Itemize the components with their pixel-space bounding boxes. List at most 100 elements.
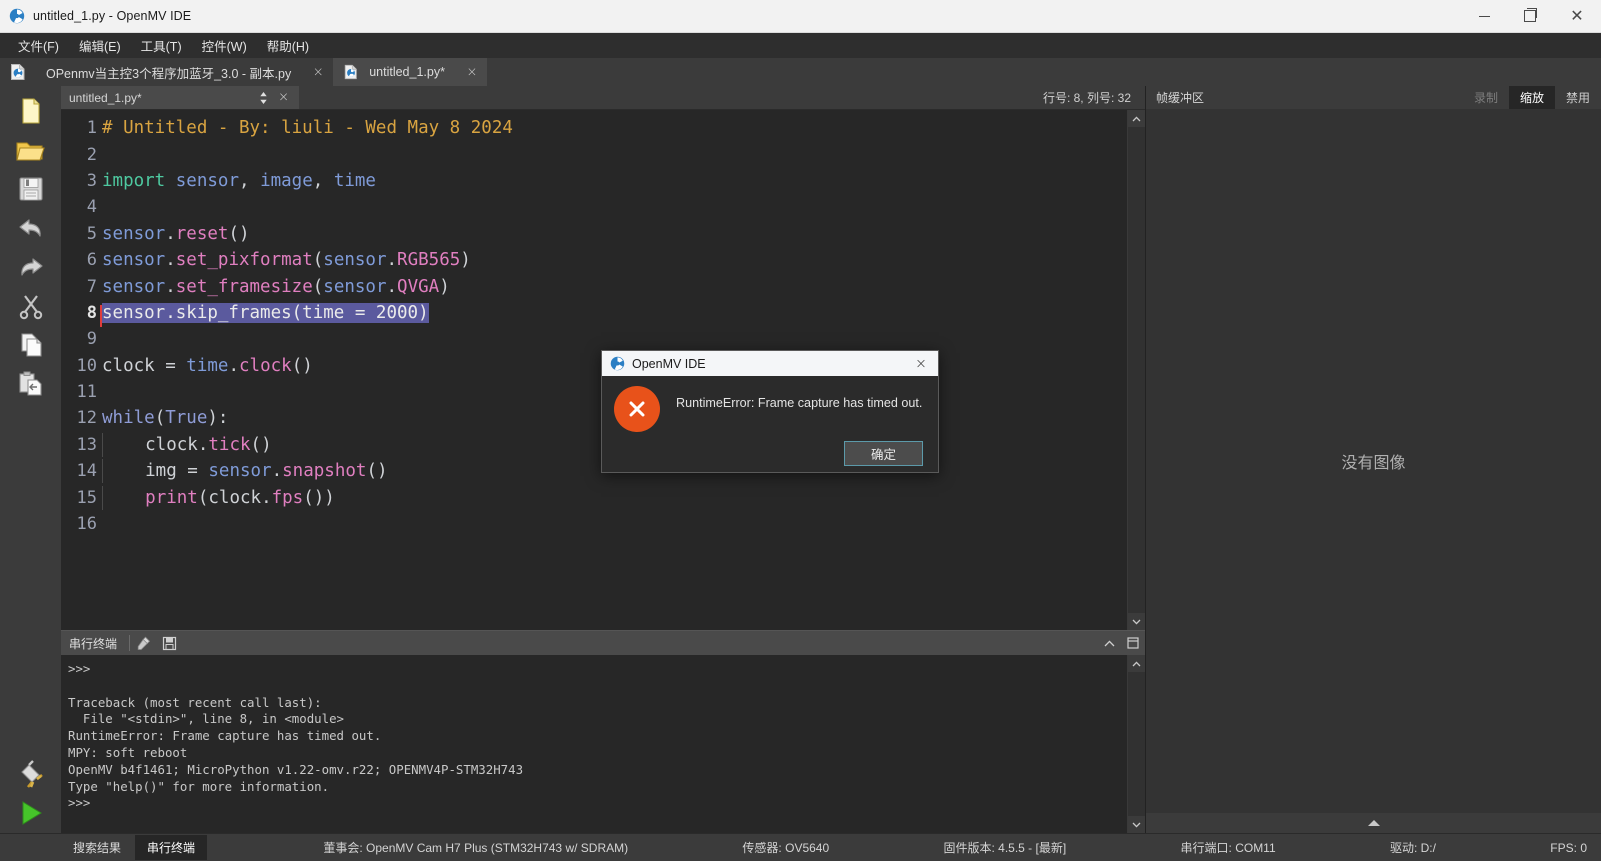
- framebuffer-zoom-button[interactable]: 缩放: [1508, 86, 1555, 109]
- code-token: fps: [271, 487, 304, 508]
- run-button[interactable]: [8, 794, 54, 831]
- tab-openmv-bluetooth-script[interactable]: OPenmv当主控3个程序加蓝牙_3.0 - 副本.py ×: [36, 58, 334, 86]
- status-fps-value: 0: [1580, 840, 1587, 855]
- line-number: 6: [86, 250, 97, 271]
- copy-button[interactable]: [8, 326, 54, 363]
- terminal-body[interactable]: >>> Traceback (most recent call last): F…: [61, 655, 1145, 833]
- editor-file-selector[interactable]: untitled_1.py* ×: [61, 86, 299, 109]
- status-serial-port-value: COM11: [1235, 841, 1276, 855]
- status-sensor-label: 传感器:: [742, 841, 782, 855]
- code-token: import: [102, 170, 166, 191]
- code-token: (: [312, 250, 324, 271]
- line-code: sensor.set_pixformat(sensor.RGB565): [100, 250, 471, 270]
- scroll-up-icon[interactable]: [1128, 110, 1145, 127]
- save-file-button[interactable]: [8, 170, 54, 207]
- code-token: while: [102, 408, 155, 429]
- editor-close-icon[interactable]: ×: [278, 90, 299, 105]
- code-line[interactable]: 8 sensor.skip_frames(time = 2000): [61, 300, 1127, 327]
- dialog-ok-button[interactable]: 确定: [844, 440, 923, 466]
- code-token: (clock: [197, 487, 262, 508]
- clear-terminal-button[interactable]: [130, 631, 156, 655]
- scroll-down-icon[interactable]: [1128, 613, 1145, 630]
- terminal-scroll-up-icon[interactable]: [1128, 655, 1145, 672]
- menu-tools[interactable]: 工具(T): [131, 33, 192, 58]
- code-line[interactable]: 11: [61, 379, 1127, 405]
- code-line[interactable]: 10 clock = time.clock(): [61, 353, 1127, 379]
- statusbar-tab-serial-terminal[interactable]: 串行终端: [135, 835, 208, 860]
- menu-help[interactable]: 帮助(H): [257, 33, 319, 58]
- maximize-button[interactable]: [1507, 0, 1553, 32]
- line-code: sensor.set_framesize(sensor.QVGA): [100, 277, 450, 297]
- status-sensor: 传感器: OV5640: [742, 839, 829, 856]
- scrollbar-track[interactable]: [1128, 127, 1145, 613]
- undo-button[interactable]: [8, 209, 54, 246]
- maximize-icon: [1524, 8, 1537, 22]
- editor-vertical-scrollbar[interactable]: [1127, 110, 1145, 630]
- framebuffer-footer[interactable]: [1146, 813, 1601, 833]
- framebuffer-record-button[interactable]: 录制: [1463, 86, 1509, 109]
- status-drive-label: 驱动:: [1389, 841, 1418, 855]
- statusbar-tab-search-results[interactable]: 搜索结果: [61, 835, 133, 860]
- code-token: =: [187, 461, 209, 482]
- menu-widgets[interactable]: 控件(W): [192, 33, 257, 58]
- code-line[interactable]: 4: [61, 194, 1127, 220]
- status-drive-value: D:/: [1420, 841, 1436, 855]
- menu-edit[interactable]: 编辑(E): [69, 33, 131, 58]
- terminal-collapse-button[interactable]: [1097, 631, 1121, 655]
- tab-untitled-1[interactable]: untitled_1.py* ×: [333, 58, 487, 86]
- line-code: import sensor, image, time: [100, 171, 376, 191]
- code-token: ()): [303, 487, 335, 508]
- code-line[interactable]: 1 # Untitled - By: liuli - Wed May 8 2024: [61, 115, 1127, 141]
- framebuffer-disable-button[interactable]: 禁用: [1555, 86, 1601, 109]
- statusbar-left-pad: [0, 834, 61, 861]
- save-terminal-button[interactable]: [156, 631, 182, 655]
- minimize-button[interactable]: [1461, 0, 1507, 32]
- tab-close-icon[interactable]: ×: [459, 58, 485, 86]
- code-line[interactable]: 16: [61, 511, 1127, 537]
- code-line[interactable]: 13 clock.tick(): [61, 432, 1127, 458]
- new-file-button[interactable]: [8, 92, 54, 129]
- new-file-icon: [16, 96, 46, 126]
- code-token: sensor: [323, 250, 387, 271]
- menu-tools-label: 工具(T): [140, 40, 182, 54]
- line-number: 4: [86, 197, 97, 218]
- code-line[interactable]: 6 sensor.set_pixformat(sensor.RGB565): [61, 247, 1127, 273]
- close-button[interactable]: ✕: [1553, 0, 1601, 32]
- code-line[interactable]: 5 sensor.reset(): [61, 221, 1127, 247]
- code-line[interactable]: 15 print(clock.fps()): [61, 484, 1127, 510]
- openmv-ide-window: untitled_1.py - OpenMV IDE ✕ 文件(F) 编辑(E)…: [0, 0, 1601, 861]
- dialog-button-row: 确定: [602, 434, 938, 472]
- status-firmware-value: 4.5.5 - [最新]: [998, 841, 1067, 855]
- line-number: 9: [86, 329, 97, 350]
- cut-button[interactable]: [8, 287, 54, 324]
- code-line[interactable]: 2: [61, 141, 1127, 167]
- copy-icon: [17, 331, 45, 359]
- code-token: ,: [312, 170, 334, 191]
- open-file-button[interactable]: [8, 131, 54, 168]
- menu-file[interactable]: 文件(F): [8, 33, 69, 58]
- code-line[interactable]: 14 img = sensor.snapshot(): [61, 458, 1127, 484]
- line-code: # Untitled - By: liuli - Wed May 8 2024: [100, 118, 513, 138]
- redo-button[interactable]: [8, 248, 54, 285]
- line-number: 2: [86, 144, 97, 165]
- terminal-scrollbar-track[interactable]: [1128, 672, 1145, 816]
- sort-updown-icon[interactable]: [258, 91, 278, 105]
- left-toolbar: [0, 86, 61, 833]
- connect-button[interactable]: [8, 755, 54, 792]
- dialog-close-button[interactable]: ×: [904, 351, 938, 376]
- terminal-scroll-down-icon[interactable]: [1128, 816, 1145, 833]
- line-number: 14: [76, 461, 97, 482]
- code-token: sensor.skip_frames(time = 2000): [102, 302, 429, 323]
- code-line[interactable]: 12 while(True):: [61, 405, 1127, 431]
- terminal-vertical-scrollbar[interactable]: [1127, 655, 1145, 833]
- terminal-header: 串行终端: [61, 630, 1145, 655]
- code-line[interactable]: 3 import sensor, image, time: [61, 168, 1127, 194]
- terminal-title: 串行终端: [69, 636, 118, 651]
- paste-button[interactable]: [8, 365, 54, 402]
- code-line[interactable]: 7 sensor.set_framesize(sensor.QVGA): [61, 273, 1127, 299]
- framebuffer-canvas[interactable]: 没有图像: [1146, 109, 1601, 813]
- tab-close-icon[interactable]: ×: [305, 58, 331, 86]
- code-line[interactable]: 9: [61, 326, 1127, 352]
- terminal-detach-button[interactable]: [1121, 631, 1145, 655]
